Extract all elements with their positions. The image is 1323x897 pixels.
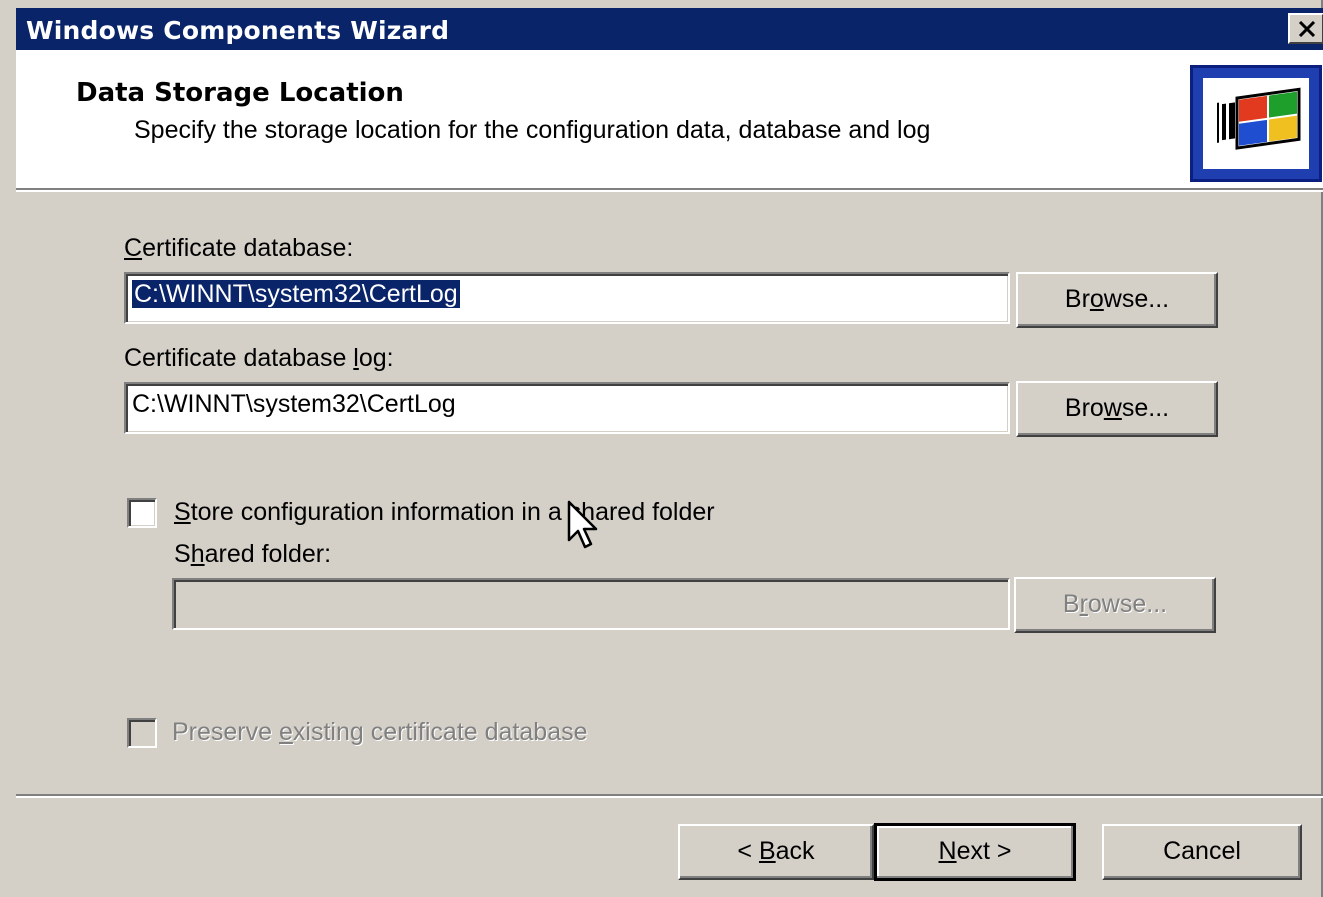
cert-db-label: Certificate database: [124,234,354,262]
page-title: Data Storage Location [76,78,404,108]
shared-folder-label: Shared folder: [174,540,332,568]
cert-db-value: C:\WINNT\system32\CertLog [132,280,460,308]
preserve-db-label[interactable]: Preserve existing certificate database [172,718,588,747]
page-subtitle: Specify the storage location for the con… [134,116,931,144]
next-button[interactable]: Next > [874,823,1076,881]
wizard-window: Windows Components Wizard Data Storage L… [0,0,1323,897]
window-title: Windows Components Wizard [26,16,450,45]
close-icon [1298,21,1316,37]
cancel-button[interactable]: Cancel [1102,824,1302,880]
cert-db-browse-button[interactable]: Browse... [1016,272,1218,328]
cert-log-field[interactable]: C:\WINNT\system32\CertLog [124,382,1010,434]
windows-logo-icon [1190,65,1322,182]
cert-log-label: Certificate database log: [124,344,394,372]
shared-folder-browse-button[interactable]: Browse... [1014,577,1216,633]
title-bar[interactable]: Windows Components Wizard [16,8,1323,50]
close-button[interactable] [1288,13,1323,44]
back-button[interactable]: < Back [678,824,874,880]
shared-folder-field[interactable] [172,578,1010,630]
mouse-cursor-icon [567,500,598,549]
cert-log-browse-button[interactable]: Browse... [1016,381,1218,437]
preserve-db-checkbox[interactable] [127,718,157,748]
cert-db-field[interactable]: C:\WINNT\system32\CertLog [124,272,1010,324]
cert-log-value: C:\WINNT\system32\CertLog [132,390,456,418]
wizard-header: Data Storage Location Specify the storag… [16,50,1323,188]
shared-folder-checkbox[interactable] [127,498,157,528]
shared-folder-checkbox-label[interactable]: Store configuration information in a sha… [174,498,715,527]
